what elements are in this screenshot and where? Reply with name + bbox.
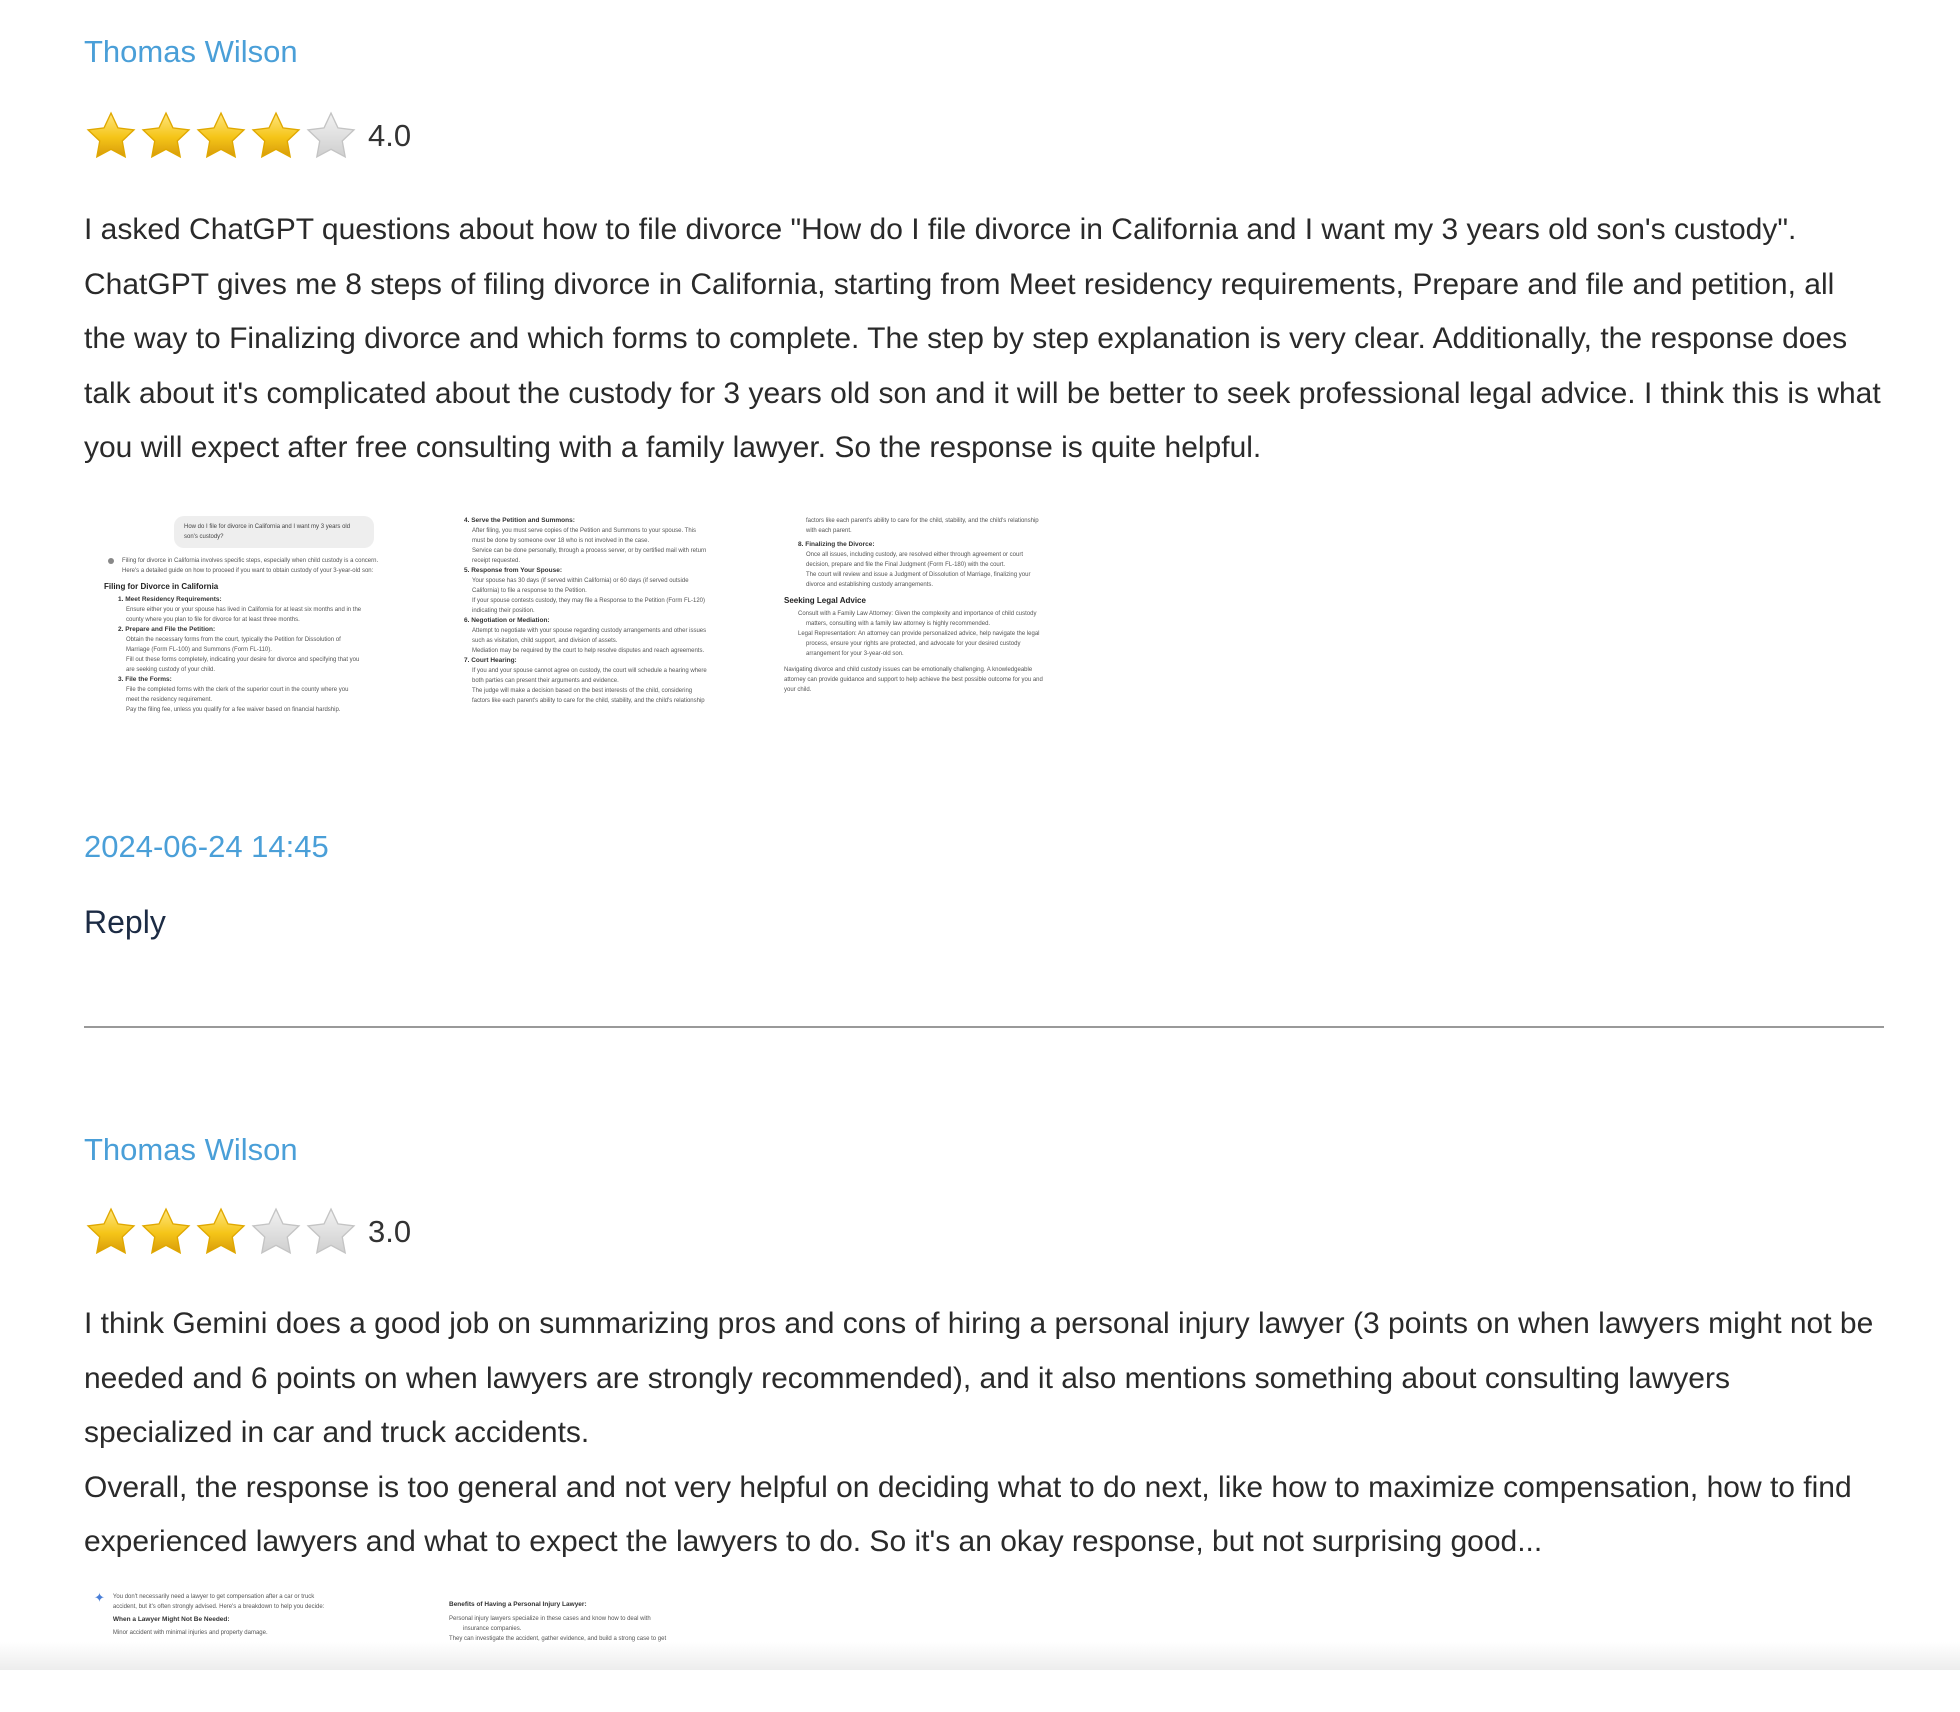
thumb-text-line: You don't necessarily need a lawyer to g… <box>112 1593 315 1600</box>
thumb-step: 6. Negotiation or Mediation: <box>464 616 550 624</box>
reply-button[interactable]: Reply <box>84 906 1884 938</box>
thumb-text-line: are seeking custody of your child. <box>126 666 216 673</box>
star-filled-icon <box>139 1203 193 1261</box>
star-filled-icon <box>249 107 303 165</box>
thumb-text-line: Ensure either you or your spouse has liv… <box>126 606 362 613</box>
star-filled-icon <box>139 107 193 165</box>
star-filled-icon <box>84 107 138 165</box>
screenshot-thumbnail[interactable]: 4. Serve the Petition and Summons: After… <box>450 516 750 791</box>
scroll-fade <box>0 1642 1960 1670</box>
star-empty-icon <box>304 107 358 165</box>
user-prompt-bubble: How do I file for divorce in California … <box>174 515 374 548</box>
review-body: I think Gemini does a good job on summar… <box>84 1307 1874 1558</box>
thumb-text-line: both parties can present their arguments… <box>472 677 619 684</box>
thumb-text-line: Once all issues, including custody, are … <box>806 551 1024 558</box>
thumb-text-line: Service can be done personally, through … <box>472 547 707 554</box>
thumb-text-line: Fill out these forms completely, indicat… <box>126 656 360 663</box>
screenshot-thumbnail[interactable]: How do I file for divorce in California … <box>104 515 404 791</box>
thumb-text-line: Consult with a Family Law Attorney: Give… <box>798 610 1037 617</box>
thumb-text-line: Attempt to negotiate with your spouse re… <box>472 627 707 634</box>
review-author[interactable]: Thomas Wilson <box>84 36 1884 67</box>
thumb-text-line: Marriage (Form FL-100) and Summons (Form… <box>126 646 272 653</box>
rating-value: 3.0 <box>368 1214 412 1249</box>
thumb-text-line: Mediation may be required by the court t… <box>472 647 705 654</box>
thumb-text-line: California) to file a response to the Pe… <box>472 587 587 594</box>
screenshot-thumbnail[interactable]: factors like each parent's ability to ca… <box>784 516 1084 791</box>
thumb-step: 1. Meet Residency Requirements: <box>118 595 222 603</box>
star-empty-icon <box>249 1203 303 1261</box>
review-card: Thomas Wilson 3.0 I think Gemini does a … <box>84 1134 1884 1712</box>
thumb-heading: When a Lawyer Might Not Be Needed: <box>112 1615 230 1623</box>
thumb-text-line: factors like each parent's ability to ca… <box>806 517 1039 524</box>
thumb-text-line: Legal Representation: An attorney can pr… <box>798 630 1040 637</box>
star-filled-icon <box>194 1203 248 1261</box>
review-card: Thomas Wilson 4.0 I asked ChatGPT questi… <box>84 36 1884 938</box>
thumb-text-line: factors like each parent's ability to ca… <box>472 697 705 704</box>
thumb-text-line: After filing, you must serve copies of t… <box>472 527 697 534</box>
thumb-heading: Filing for Divorce in California <box>104 581 219 591</box>
assistant-icon <box>108 557 114 564</box>
thumb-text-line: Pay the filing fee, unless you qualify f… <box>126 706 341 713</box>
thumb-text-line: must be done by someone over 18 who is n… <box>472 537 650 544</box>
thumb-heading: Seeking Legal Advice <box>784 595 866 605</box>
thumb-text-line: receipt requested. <box>472 557 521 564</box>
thumb-text-line: If you and your spouse cannot agree on c… <box>472 667 707 674</box>
gemini-sparkle-icon: ✦ <box>94 1591 105 1605</box>
thumb-text-line: county where you plan to file for divorc… <box>126 616 300 623</box>
star-filled-icon <box>194 107 248 165</box>
thumb-text-line: The court will review and issue a Judgme… <box>806 571 1031 578</box>
thumb-text-line: Obtain the necessary forms from the cour… <box>126 636 341 643</box>
thumb-text-line: arrangement for your 3-year-old son. <box>806 650 904 657</box>
thumb-step: 2. Prepare and File the Petition: <box>118 625 216 633</box>
thumb-text-line: Here's a detailed guide on how to procee… <box>122 567 374 574</box>
thumb-text-line: insurance companies. <box>463 1625 522 1632</box>
thumb-text-line: process, ensure your rights are protecte… <box>806 640 1021 647</box>
thumb-text-line: decision, prepare and file the Final Jud… <box>806 561 1006 568</box>
thumb-step: 4. Serve the Petition and Summons: <box>464 516 575 524</box>
thumb-text-line: Minor accident with minimal injuries and… <box>112 1629 268 1636</box>
thumb-text-line: with each parent. <box>806 527 852 534</box>
rating-row: 4.0 <box>84 105 1884 167</box>
thumb-step: 5. Response from Your Spouse: <box>464 566 563 574</box>
thumb-text-line: If your spouse contests custody, they ma… <box>472 597 705 604</box>
screenshot-gallery: How do I file for divorce in California … <box>84 515 1884 791</box>
star-empty-icon <box>304 1203 358 1261</box>
thumb-text-line: matters, consulting with a family law at… <box>806 620 991 627</box>
rating-value: 4.0 <box>368 118 412 153</box>
thumb-text-line: File the completed forms with the clerk … <box>126 686 349 693</box>
thumb-text-line: The judge will make a decision based on … <box>472 687 693 694</box>
star-filled-icon <box>84 1203 138 1261</box>
thumb-text-line: meet the residency requirement. <box>126 696 213 703</box>
thumb-text-line: attorney can provide guidance and suppor… <box>784 676 1043 683</box>
thumb-text-line: Filing for divorce in California involve… <box>122 557 379 564</box>
thumb-step: 7. Court Hearing: <box>464 656 517 664</box>
thumb-step: 8. Finalizing the Divorce: <box>798 540 875 548</box>
review-divider <box>84 1026 1884 1028</box>
rating-row: 3.0 <box>84 1201 1884 1263</box>
review-author[interactable]: Thomas Wilson <box>84 1134 1884 1165</box>
thumb-text-line: such as visitation, child support, and d… <box>472 637 618 644</box>
thumb-text-line: Personal injury lawyers specialize in th… <box>449 1615 651 1622</box>
thumb-step: 3. File the Forms: <box>118 675 172 683</box>
review-body: I asked ChatGPT questions about how to f… <box>84 213 1890 464</box>
thumb-text-line: Your spouse has 30 days (if served withi… <box>472 577 689 584</box>
star-rating <box>84 1203 358 1261</box>
thumb-text-line: indicating their position. <box>472 607 535 614</box>
thumb-text-line: your child. <box>784 686 812 693</box>
review-timestamp: 2024-06-24 14:45 <box>84 828 329 864</box>
thumb-text-line: Navigating divorce and child custody iss… <box>784 666 1033 673</box>
thumb-heading: Benefits of Having a Personal Injury Law… <box>449 1600 587 1608</box>
star-rating <box>84 107 358 165</box>
thumb-text-line: divorce and establishing custody arrange… <box>806 581 934 588</box>
thumb-text-line: accident, but it's often strongly advise… <box>112 1603 325 1610</box>
